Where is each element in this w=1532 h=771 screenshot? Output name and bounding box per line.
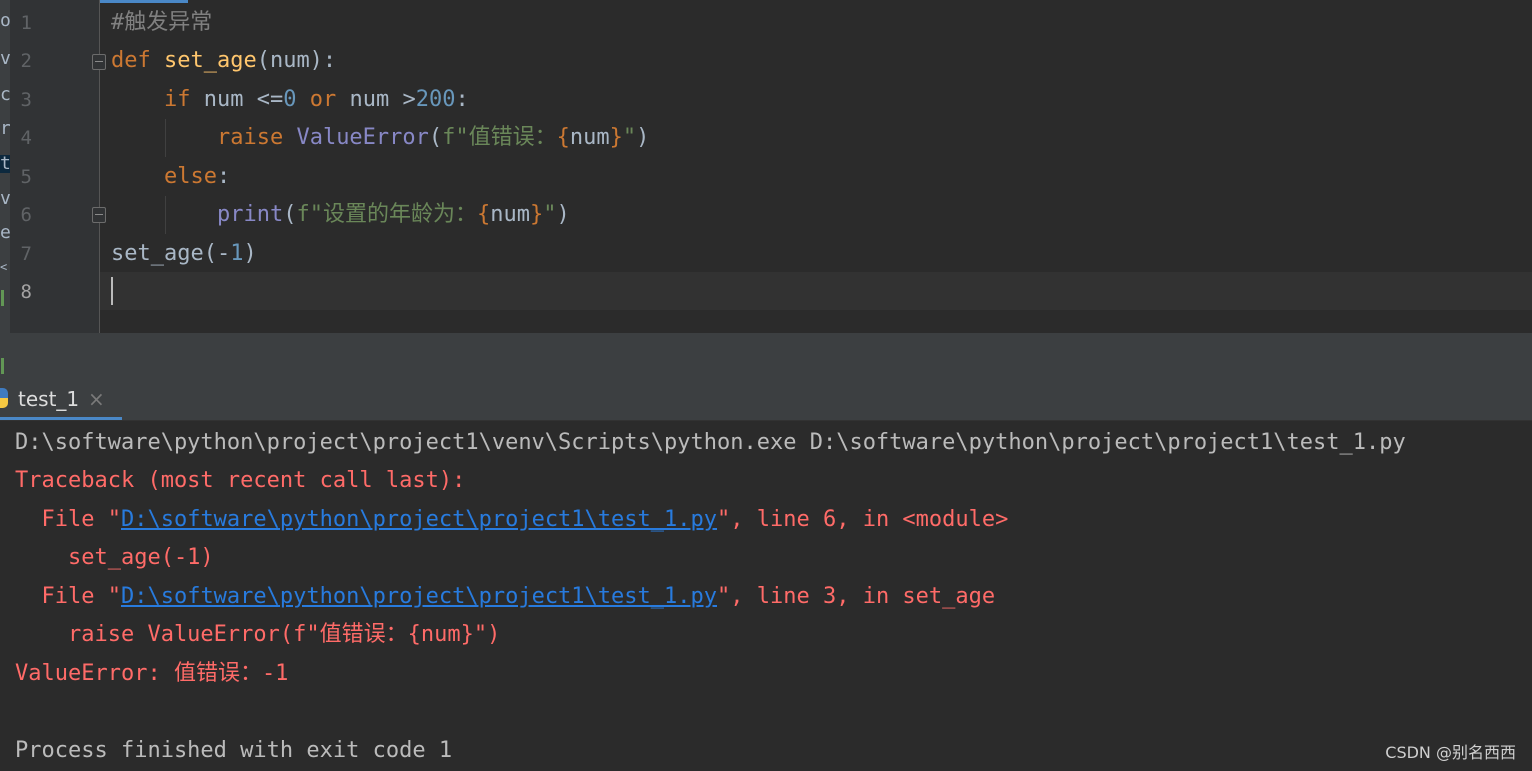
- python-icon: [0, 388, 8, 408]
- console-text: File ": [15, 584, 121, 609]
- code-token: ": [543, 202, 557, 227]
- line-number: 7: [20, 243, 32, 265]
- console-text: ", line 6, in <module>: [717, 507, 1009, 532]
- code-token: num: [569, 125, 610, 150]
- code-token: 0: [283, 87, 297, 112]
- project-tree-fragment: v: [0, 188, 10, 209]
- code-token: ): [556, 202, 570, 227]
- console-text: Traceback (most recent call last):: [15, 468, 466, 493]
- console-text: ", line 3, in set_age: [717, 584, 996, 609]
- code-token: f"值错误：: [442, 125, 557, 150]
- console-text: raise ValueError(f"值错误：{num}"): [15, 622, 501, 647]
- code-line[interactable]: set_age(-1): [111, 235, 257, 273]
- code-token: ): [636, 125, 650, 150]
- code-token: ": [622, 125, 637, 150]
- current-line-highlight: [100, 272, 1532, 310]
- code-token: :: [455, 87, 469, 112]
- fold-marker-icon[interactable]: [92, 207, 106, 223]
- code-token: (: [428, 125, 443, 150]
- run-tool-window-tabbar: test_1 ×: [0, 376, 1532, 421]
- code-token: num >: [349, 87, 416, 112]
- console-line: Process finished with exit code 1: [15, 732, 452, 770]
- console-text: File ": [15, 507, 121, 532]
- file-path-link[interactable]: D:\software\python\project\project1\test…: [121, 507, 717, 532]
- code-token: 1: [230, 241, 244, 266]
- code-token: if: [163, 87, 204, 112]
- line-number: 1: [20, 12, 32, 34]
- code-token: num: [490, 202, 530, 227]
- run-tab-test-1[interactable]: test_1 ×: [0, 376, 122, 420]
- code-token: {: [556, 125, 570, 150]
- line-number-current: 8: [20, 281, 32, 303]
- project-tree-fragment: r: [0, 118, 10, 139]
- console-text: D:\software\python\project\project1\venv…: [15, 430, 1406, 455]
- console-text: set_age(-1): [15, 545, 214, 570]
- console-text: Process finished with exit code 1: [15, 738, 453, 763]
- code-token: ValueError: [296, 125, 429, 150]
- console-line: File "D:\software\python\project\project…: [15, 578, 995, 616]
- line-number: 5: [20, 166, 32, 188]
- code-token: (: [283, 202, 297, 227]
- active-tab-indicator: [0, 417, 122, 420]
- code-token: {: [476, 202, 491, 227]
- code-line[interactable]: print(f"设置的年龄为：{num}"): [111, 196, 570, 234]
- run-tab-label: test_1: [18, 387, 80, 411]
- code-token: }: [529, 202, 544, 227]
- console-line: D:\software\python\project\project1\venv…: [15, 424, 1406, 462]
- code-line[interactable]: def set_age(num):: [111, 42, 336, 80]
- editor-bottom-area: [10, 333, 1532, 376]
- code-token: num <=: [203, 87, 284, 112]
- project-tree-fragment: c: [0, 84, 10, 105]
- text-caret: [111, 277, 113, 305]
- code-token: else: [163, 164, 217, 189]
- code-token: 200: [415, 87, 456, 112]
- file-path-link[interactable]: D:\software\python\project\project1\test…: [121, 584, 717, 609]
- code-line[interactable]: else:: [111, 158, 230, 196]
- code-line[interactable]: if num <=0 or num >200:: [111, 81, 469, 119]
- project-tree-fragment: e: [0, 222, 10, 243]
- code-token: :: [216, 164, 231, 189]
- code-token: def: [111, 48, 164, 73]
- line-number: 2: [20, 50, 32, 72]
- project-tree-fragment: v: [0, 48, 10, 69]
- code-token: ): [243, 241, 257, 266]
- code-token: print: [216, 202, 284, 227]
- code-token: }: [609, 125, 623, 150]
- line-number: 6: [20, 204, 32, 226]
- console-line: raise ValueError(f"值错误：{num}"): [15, 616, 500, 654]
- line-number: 4: [20, 127, 32, 149]
- project-panel-edge[interactable]: oj v c r t v e <: [0, 0, 10, 376]
- code-line[interactable]: raise ValueError(f"值错误：{num}"): [111, 119, 649, 157]
- line-number: 3: [20, 89, 32, 111]
- project-tree-fragment: oj: [0, 10, 10, 31]
- code-token: #触发异常: [111, 10, 213, 35]
- console-text: ValueError: 值错误：-1: [15, 661, 289, 686]
- console-line: Traceback (most recent call last):: [15, 462, 465, 500]
- console-line: ValueError: 值错误：-1: [15, 655, 288, 693]
- close-icon[interactable]: ×: [88, 376, 105, 420]
- fold-marker-icon[interactable]: [92, 54, 106, 70]
- project-tree-fragment-selected: t: [0, 153, 10, 174]
- code-token: (num):: [256, 48, 337, 73]
- code-token: set_age: [163, 48, 257, 73]
- code-line[interactable]: #触发异常: [111, 4, 212, 42]
- code-token: raise: [216, 125, 297, 150]
- vcs-change-marker: [1, 290, 4, 306]
- console-line: File "D:\software\python\project\project…: [15, 501, 1008, 539]
- console-line: set_age(-1): [15, 539, 214, 577]
- project-tree-fragment: <: [0, 260, 8, 274]
- code-token: or: [309, 87, 350, 112]
- code-token: set_age(-: [111, 241, 231, 266]
- watermark: CSDN @别名西西: [1385, 743, 1516, 762]
- code-token: f"设置的年龄为：: [296, 202, 477, 227]
- vcs-change-marker: [1, 358, 4, 374]
